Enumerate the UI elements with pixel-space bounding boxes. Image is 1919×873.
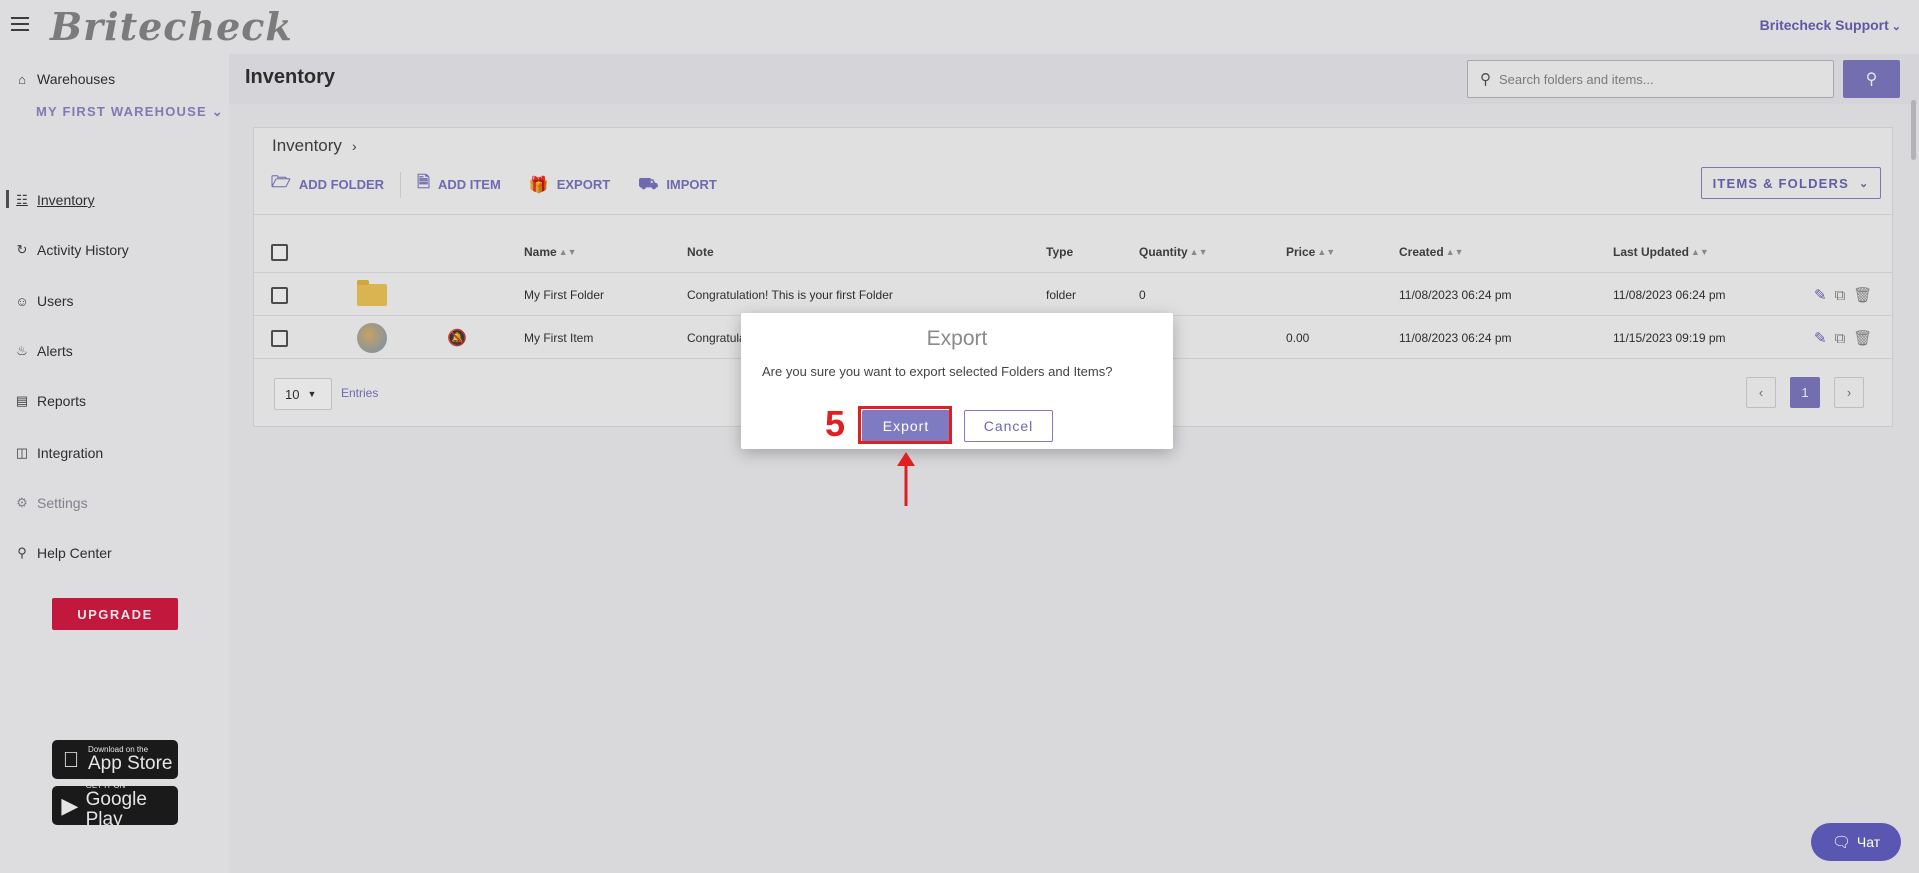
- arrow-up-icon: [897, 452, 915, 506]
- dialog-title: Export: [926, 327, 988, 350]
- chat-button[interactable]: 🗨 Чат: [1811, 823, 1901, 861]
- export-dialog: Export Are you sure you want to export s…: [741, 313, 1173, 449]
- cancel-button[interactable]: Cancel: [964, 410, 1053, 442]
- chat-label: Чат: [1856, 834, 1881, 850]
- highlight-box: [858, 406, 952, 444]
- chat-icon: 🗨: [1831, 834, 1851, 851]
- dialog-message: Are you sure you want to export selected…: [762, 364, 1113, 379]
- step-number: 5: [825, 403, 846, 444]
